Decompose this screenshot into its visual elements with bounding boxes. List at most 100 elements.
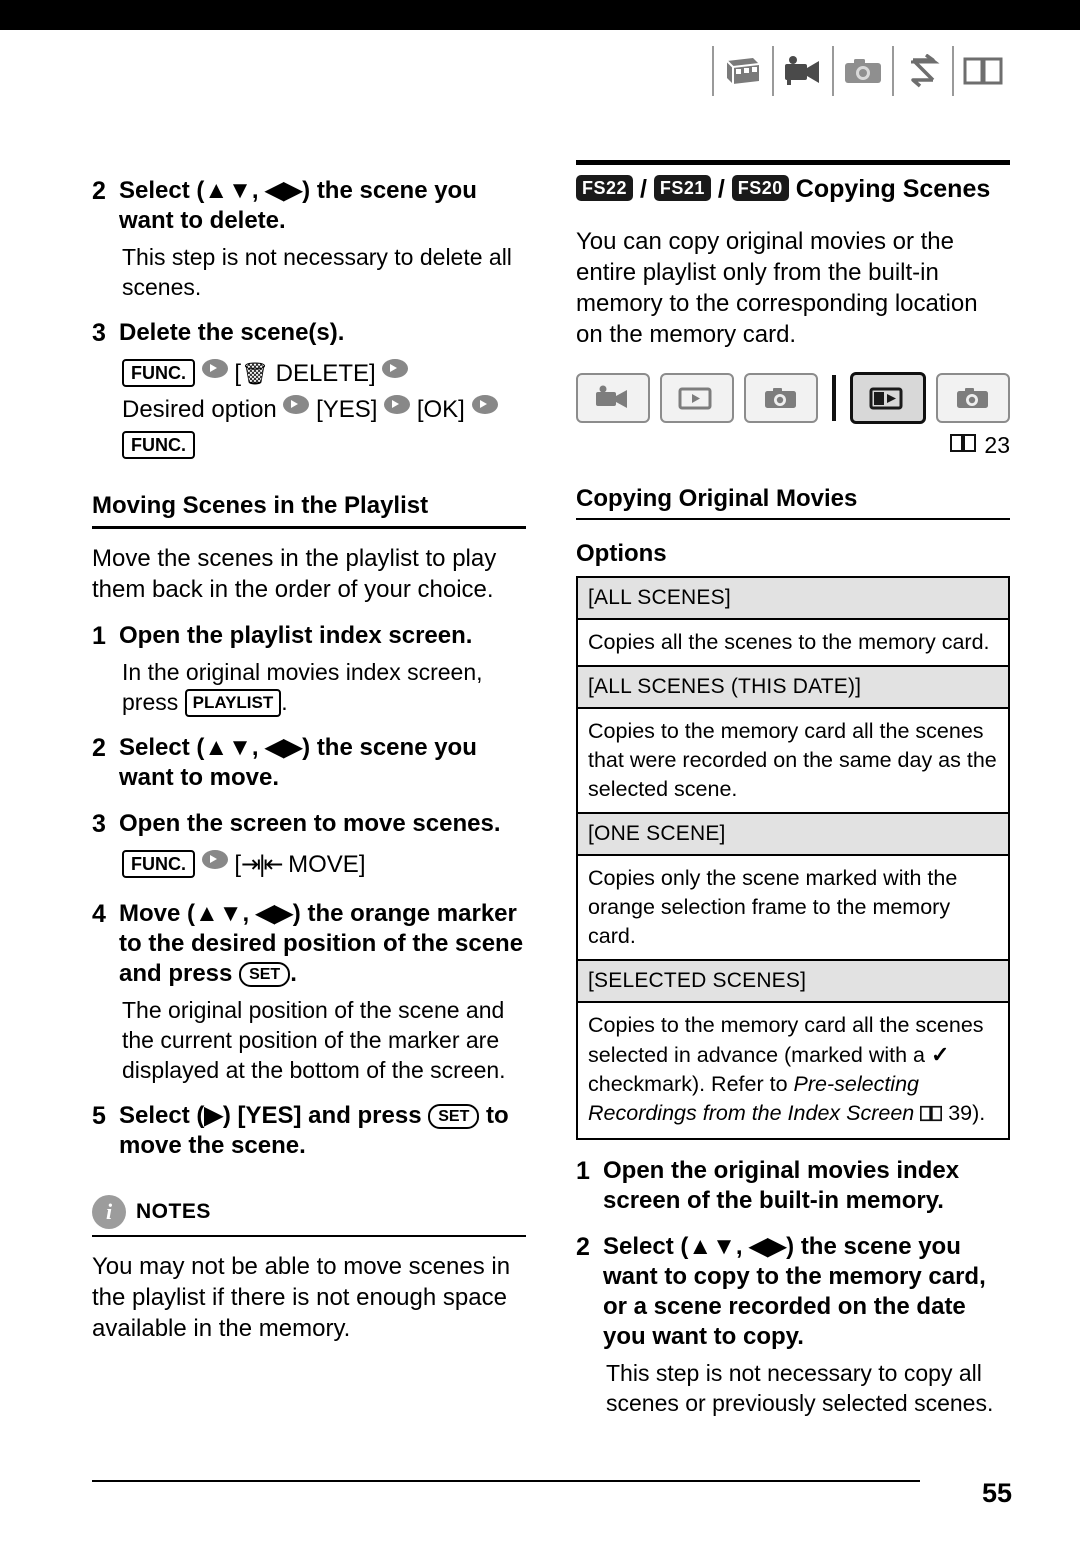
options-label: Options [576, 540, 667, 567]
step-number: 2 [92, 177, 106, 205]
step-text: Select (▲▼, ◀▶) the scene you want to mo… [119, 734, 477, 791]
step-text: Delete the scene(s). [119, 319, 345, 346]
step-number: 2 [92, 734, 106, 762]
step-number: 5 [92, 1102, 106, 1130]
updown-arrows-icon: ▲▼ [204, 177, 252, 204]
manual-page: 2 Select (▲▼, ◀▶) the scene you want to … [0, 0, 1080, 1560]
step-3-open-move-screen: 3 Open the screen to move scenes. [92, 809, 526, 839]
arrow-right-icon [382, 359, 409, 378]
badge-separator: / [639, 175, 647, 203]
step-text: Select (▲▼, ◀▶) the scene you want to co… [603, 1233, 986, 1350]
memory-movie-play-icon[interactable] [849, 372, 926, 424]
set-button[interactable]: SET [239, 962, 291, 987]
movie-record-icon[interactable] [576, 373, 651, 423]
top-black-bar [0, 0, 1080, 30]
copying-scenes-intro: You can copy original movies or the enti… [576, 228, 978, 348]
step-4-move-marker: 4 Move (▲▼, ◀▶) the orange marker to the… [92, 899, 526, 989]
step-text: Open the playlist index screen. [119, 622, 473, 649]
option-key: [ALL SCENES (THIS DATE)] [578, 667, 1008, 709]
playlist-button[interactable]: PLAYLIST [184, 689, 282, 717]
step-4-body: The original position of the scene and t… [122, 997, 506, 1083]
mode-separator [832, 375, 836, 421]
left-column: 2 Select (▲▼, ◀▶) the scene you want to … [92, 160, 526, 1344]
option-value: Copies to the memory card all the scenes… [578, 1003, 1008, 1138]
model-badge-fs21: FS21 [653, 175, 711, 201]
option-value-part2: checkmark). Refer to [588, 1072, 788, 1096]
step-1-open-playlist: 1 Open the playlist index screen. [92, 621, 526, 651]
transfer-arrows-icon [892, 46, 952, 96]
step-text: Select (▲▼, ◀▶) the scene you want to de… [119, 177, 477, 234]
option-value: Copies all the scenes to the memory card… [578, 620, 1008, 667]
option-value-pageref: 39 [948, 1101, 973, 1125]
step-number: 3 [92, 319, 106, 347]
step-2-body: This step is not necessary to copy all s… [606, 1360, 994, 1416]
step-text-prefix: Select ( [119, 1102, 205, 1129]
yes-option: [YES] [316, 396, 378, 423]
checkmark-icon: ✓ [931, 1042, 950, 1067]
func-button[interactable]: FUNC. [122, 359, 195, 387]
option-key: [ONE SCENE] [578, 814, 1008, 856]
memory-photo-play-icon[interactable] [935, 373, 1010, 423]
page-reference: 23 [576, 432, 1010, 459]
book-icon [950, 432, 977, 459]
option-value: Copies to the memory card all the scenes… [578, 709, 1008, 814]
right-column: FS22 / FS21 / FS20 Copying Scenes You ca… [576, 160, 1010, 1418]
step-text-mid: ) [YES] and press [222, 1102, 422, 1129]
section-top-rule [576, 160, 1010, 165]
func-button-end[interactable]: FUNC. [122, 431, 195, 459]
subheading-copying-original-movies: Copying Original Movies [576, 485, 1010, 520]
step-text: Select (▶) [YES] and press SET to move t… [119, 1101, 526, 1161]
section-title-text: Copying Scenes [795, 175, 991, 203]
leftright-arrows-icon: ◀▶ [265, 734, 303, 761]
set-button[interactable]: SET [428, 1104, 480, 1129]
step-5-confirm-move: 5 Select (▶) [YES] and press SET to move… [92, 1101, 526, 1161]
book-icon [920, 1101, 943, 1130]
func-button[interactable]: FUNC. [122, 850, 195, 878]
options-table: [ALL SCENES] Copies all the scenes to th… [576, 576, 1010, 1140]
leftright-arrows-icon: ◀▶ [749, 1233, 787, 1260]
leftright-arrows-icon: ◀▶ [255, 900, 293, 927]
step-text-prefix: Select ( [119, 734, 205, 761]
delete-menu-item: [🗑 DELETE] [234, 360, 376, 387]
move-menu-item: [⇥|⇤ MOVE] [234, 851, 366, 878]
footer-divider [92, 1480, 920, 1482]
delete-sequence: FUNC. [🗑 DELETE] Desired option [YES] [O… [122, 356, 526, 464]
step-1-body-post: . [281, 689, 288, 715]
step-number: 1 [92, 622, 106, 650]
step-number: 4 [92, 900, 106, 928]
page-reference-number: 23 [984, 432, 1010, 458]
option-key: [SELECTED SCENES] [578, 961, 1008, 1003]
right-arrow-icon: ▶ [204, 1102, 223, 1129]
step-2-delete: 2 Select (▲▼, ◀▶) the scene you want to … [92, 176, 526, 236]
photo-camera-icon [832, 46, 892, 96]
option-value: Copies only the scene marked with the or… [578, 856, 1008, 961]
move-marker-icon: ⇥|⇤ [241, 851, 283, 878]
trash-icon: 🗑 [241, 361, 269, 386]
step-text: Open the screen to move scenes. [119, 810, 501, 837]
step-1-body: In the original movies index screen, pre… [122, 657, 526, 717]
move-sequence: FUNC. [⇥|⇤ MOVE] [122, 847, 526, 883]
option-value-end: ). [972, 1101, 986, 1125]
model-badge-fs22: FS22 [576, 175, 634, 201]
option-value-part1: Copies to the memory card all the scenes… [588, 1013, 984, 1067]
section-heading-copying-scenes: FS22 / FS21 / FS20 Copying Scenes [576, 175, 1010, 204]
updown-arrows-icon: ▲▼ [195, 900, 243, 927]
step-2-select-move: 2 Select (▲▼, ◀▶) the scene you want to … [92, 733, 526, 793]
movie-play-icon[interactable] [660, 373, 735, 423]
updown-arrows-icon: ▲▼ [688, 1233, 736, 1260]
step-text-prefix: Select ( [119, 177, 205, 204]
notes-title: NOTES [136, 1200, 211, 1223]
section-heading-moving-scenes: Moving Scenes in the Playlist [92, 492, 526, 529]
photo-record-icon[interactable] [744, 373, 819, 423]
step-1-open-index: 1 Open the original movies index screen … [576, 1156, 1010, 1216]
step-number: 3 [92, 810, 106, 838]
step-text-prefix: Select ( [603, 1233, 689, 1260]
arrow-right-icon [201, 359, 228, 378]
moving-scenes-intro: Move the scenes in the playlist to play … [92, 545, 497, 603]
arrow-right-icon [201, 850, 228, 869]
info-icon: i [92, 1195, 126, 1229]
step-text-end: . [290, 960, 297, 987]
notes-header: i NOTES [92, 1195, 526, 1237]
arrow-right-icon [283, 395, 310, 414]
model-badge-fs20: FS20 [731, 175, 789, 201]
